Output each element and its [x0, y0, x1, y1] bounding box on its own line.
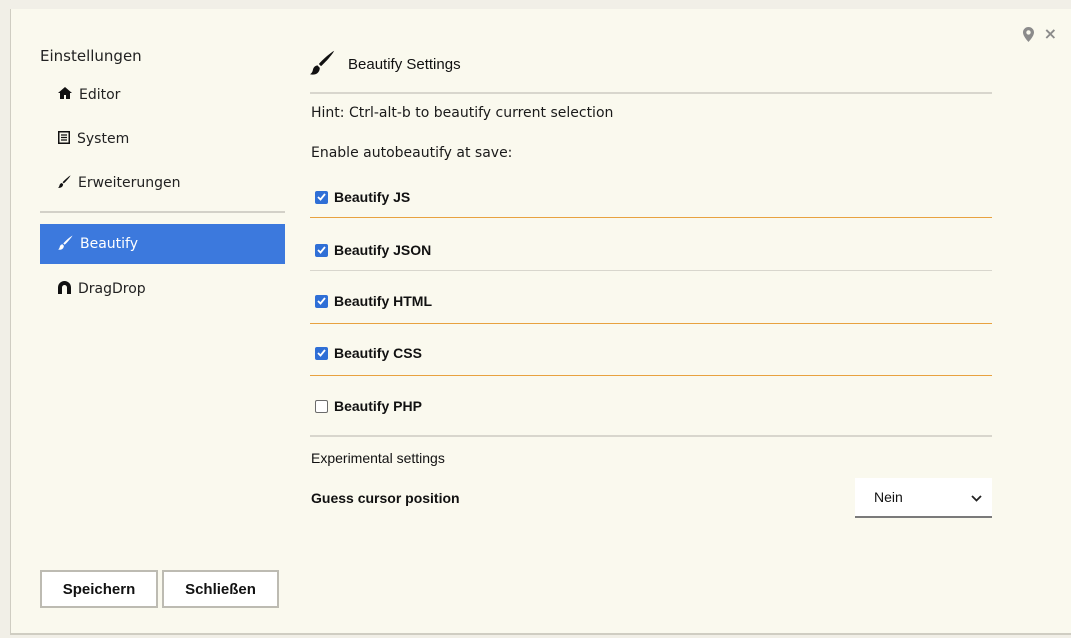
sidebar-item-label: DragDrop	[78, 281, 146, 297]
save-button[interactable]: Speichern	[40, 570, 158, 608]
checkbox-beautify-html[interactable]: Beautify HTML	[315, 293, 432, 309]
checkbox-label: Beautify HTML	[334, 293, 432, 309]
row-divider	[310, 375, 992, 376]
sidebar-item-erweiterungen[interactable]: Erweiterungen	[40, 163, 285, 203]
row-divider	[310, 323, 992, 324]
checkbox-label: Beautify PHP	[334, 398, 422, 414]
checkbox-beautify-json[interactable]: Beautify JSON	[315, 242, 431, 258]
close-icon[interactable]: ×	[1044, 26, 1057, 42]
footer-buttons: Speichern Schließen	[40, 570, 279, 608]
select-value: Nein	[874, 489, 903, 505]
row-divider	[310, 270, 992, 271]
sidebar-item-editor[interactable]: Editor	[40, 75, 285, 115]
chevron-down-icon	[971, 489, 982, 505]
checkbox-beautify-css[interactable]: Beautify CSS	[315, 345, 422, 361]
checkbox-checked-icon[interactable]	[315, 346, 328, 360]
settings-dialog: × Einstellungen Editor System Erweiterun…	[10, 9, 1071, 635]
brush-icon	[310, 50, 335, 79]
sidebar-item-label: System	[77, 131, 130, 147]
sidebar-item-label: Editor	[79, 87, 121, 103]
checkbox-beautify-php[interactable]: Beautify PHP	[315, 398, 422, 414]
pin-icon[interactable]	[1022, 26, 1034, 42]
sidebar-item-dragdrop[interactable]: DragDrop	[40, 269, 285, 309]
panel-header: Beautify Settings	[310, 49, 461, 79]
checkbox-label: Beautify JSON	[334, 242, 432, 258]
home-icon	[58, 87, 72, 103]
window-controls: ×	[1022, 26, 1057, 42]
page-title: Beautify Settings	[348, 55, 461, 73]
brush-icon	[58, 234, 73, 254]
sidebar-title: Einstellungen	[40, 47, 142, 65]
experimental-settings-title: Experimental settings	[311, 450, 445, 466]
sidebar-item-label: Beautify	[80, 236, 139, 252]
sidebar-item-system[interactable]: System	[40, 119, 285, 159]
guess-cursor-select[interactable]: Nein	[855, 478, 992, 518]
hint-text: Hint: Ctrl-alt-b to beautify current sel…	[311, 105, 614, 121]
checkbox-beautify-js[interactable]: Beautify JS	[315, 189, 410, 205]
close-button[interactable]: Schließen	[162, 570, 279, 608]
checkbox-unchecked-icon[interactable]	[315, 399, 328, 413]
document-icon	[58, 130, 70, 148]
checkbox-checked-icon[interactable]	[315, 243, 328, 257]
guess-cursor-label: Guess cursor position	[311, 490, 460, 506]
header-divider	[310, 92, 992, 94]
checkbox-checked-icon[interactable]	[315, 190, 328, 204]
sidebar-item-beautify[interactable]: Beautify	[40, 224, 285, 264]
autobeautify-label: Enable autobeautify at save:	[311, 145, 513, 161]
experimental-divider	[310, 435, 992, 437]
checkbox-label: Beautify JS	[334, 189, 411, 205]
row-divider	[310, 217, 992, 218]
checkbox-checked-icon[interactable]	[315, 294, 328, 308]
sidebar-item-label: Erweiterungen	[78, 175, 181, 191]
magnet-icon	[58, 280, 71, 298]
checkbox-label: Beautify CSS	[334, 345, 422, 361]
brush-icon	[58, 174, 71, 192]
sidebar-divider	[40, 211, 285, 213]
